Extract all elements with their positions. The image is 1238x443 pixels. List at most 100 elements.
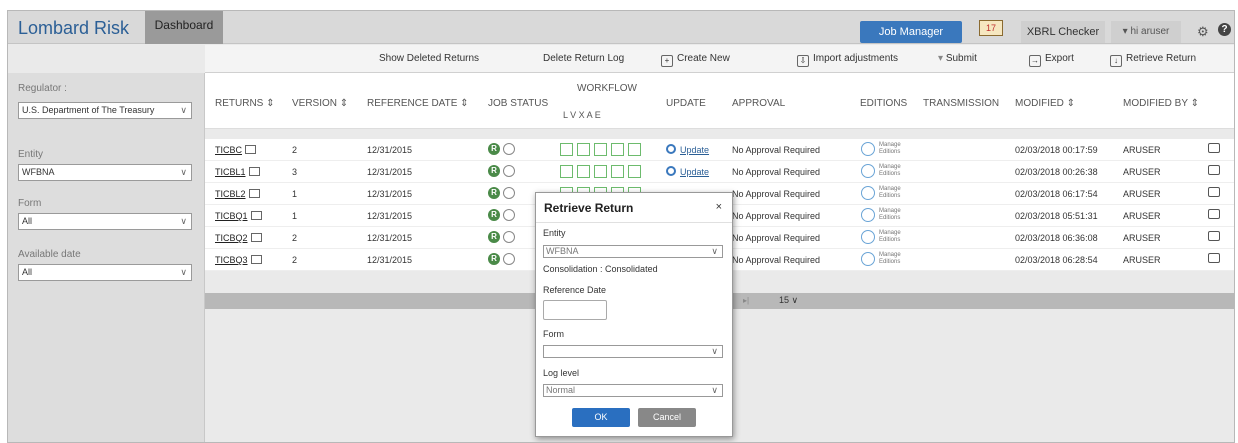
ok-button[interactable]: OK xyxy=(572,408,630,427)
grid-header: RETURNS ⇕ VERSION ⇕ REFERENCE DATE ⇕ JOB… xyxy=(205,73,1234,129)
log-level-select[interactable]: Normal ∨ xyxy=(543,384,723,397)
workflow-step-box xyxy=(560,143,573,156)
chevron-down-icon: ∨ xyxy=(180,105,187,115)
manage-editions-link[interactable]: Manage Editions xyxy=(879,142,901,156)
reference-date-input[interactable] xyxy=(543,300,607,320)
gear-icon[interactable]: ⚙ xyxy=(1197,24,1209,40)
return-link[interactable]: TICBQ1 xyxy=(215,211,262,221)
user-menu[interactable]: ▾ hi aruser xyxy=(1111,21,1181,43)
copy-icon[interactable] xyxy=(248,167,260,176)
xbrl-checker-button[interactable]: XBRL Checker xyxy=(1021,21,1105,43)
clock-icon[interactable] xyxy=(861,142,875,156)
col-version[interactable]: VERSION ⇕ xyxy=(292,98,348,109)
page-size-select[interactable]: 15 ∨ xyxy=(779,295,798,306)
comment-icon[interactable] xyxy=(1208,231,1220,241)
table-row: TICBC 2 12/31/2015 R Update No Approval Requi… xyxy=(205,139,1234,161)
app-window: Lombard Risk Dashboard Job Manager 17 XB… xyxy=(7,10,1235,443)
status-badge: R xyxy=(488,231,500,243)
comment-icon[interactable] xyxy=(1208,187,1220,197)
reference-date-cell: 12/31/2015 xyxy=(367,211,413,221)
last-page-icon[interactable]: ▸| xyxy=(743,296,749,305)
comment-icon[interactable] xyxy=(1208,143,1220,153)
col-returns[interactable]: RETURNS ⇕ xyxy=(215,98,275,109)
import-icon: ⇩ xyxy=(797,55,809,67)
reference-date-label: Reference Date xyxy=(543,285,607,295)
return-link[interactable]: TICBC xyxy=(215,145,256,155)
col-job-status: JOB STATUS xyxy=(488,98,549,109)
job-manager-button[interactable]: Job Manager xyxy=(860,21,962,43)
form-select[interactable]: All ∨ xyxy=(18,213,192,230)
workflow-step-box xyxy=(611,143,624,156)
modified-by-cell: ARUSER xyxy=(1123,211,1161,221)
approval-cell: No Approval Required xyxy=(732,167,821,177)
retrieve-return-button[interactable]: ↓ Retrieve Return xyxy=(1110,53,1196,67)
submit-button[interactable]: ▾ Submit xyxy=(938,53,977,64)
comment-icon[interactable] xyxy=(1208,209,1220,219)
status-badge: R xyxy=(488,143,500,155)
consolidation-text: Consolidation : Consolidated xyxy=(543,264,658,274)
comment-icon[interactable] xyxy=(1208,165,1220,175)
modified-cell: 02/03/2018 06:36:08 xyxy=(1015,233,1098,243)
version-cell: 1 xyxy=(292,189,298,199)
modified-by-cell: ARUSER xyxy=(1123,167,1161,177)
return-link[interactable]: TICBQ2 xyxy=(215,233,262,243)
comment-icon[interactable] xyxy=(1208,253,1220,263)
export-button[interactable]: → Export xyxy=(1029,53,1074,67)
regulator-select[interactable]: U.S. Department of The Treasury ∨ xyxy=(18,102,192,119)
form-label: Form xyxy=(18,198,42,209)
show-deleted-returns-button[interactable]: Show Deleted Returns xyxy=(379,53,479,64)
retrieve-icon: ↓ xyxy=(1110,55,1122,67)
clock-icon[interactable] xyxy=(861,252,875,266)
copy-icon[interactable] xyxy=(248,189,260,198)
delete-return-log-button[interactable]: Delete Return Log xyxy=(543,53,624,64)
col-approval: APPROVAL xyxy=(732,98,786,109)
status-circle-icon xyxy=(503,231,515,243)
dialog-divider xyxy=(536,222,732,223)
entity-select[interactable]: WFBNA ∨ xyxy=(543,245,723,258)
close-icon[interactable]: × xyxy=(716,201,722,213)
modified-cell: 02/03/2018 05:51:31 xyxy=(1015,211,1098,221)
manage-editions-link[interactable]: Manage Editions xyxy=(879,252,901,266)
chevron-down-icon: ∨ xyxy=(789,295,799,305)
clock-icon[interactable] xyxy=(861,208,875,222)
help-icon[interactable]: ? xyxy=(1218,23,1231,36)
copy-icon[interactable] xyxy=(250,233,262,242)
entity-label: Entity xyxy=(543,228,566,238)
col-modified-by[interactable]: MODIFIED BY ⇕ xyxy=(1123,98,1199,109)
return-link[interactable]: TICBL1 xyxy=(215,167,260,177)
manage-editions-link[interactable]: Manage Editions xyxy=(879,164,901,178)
clock-icon[interactable] xyxy=(861,164,875,178)
version-cell: 2 xyxy=(292,255,298,265)
calendar-icon[interactable]: 17 xyxy=(979,20,1003,36)
dashboard-tab[interactable]: Dashboard xyxy=(145,11,223,44)
workflow-step-box xyxy=(560,165,573,178)
manage-editions-link[interactable]: Manage Editions xyxy=(879,186,901,200)
chevron-down-icon: ∨ xyxy=(711,385,718,395)
manage-editions-link[interactable]: Manage Editions xyxy=(879,208,901,222)
clock-icon[interactable] xyxy=(861,230,875,244)
manage-editions-link[interactable]: Manage Editions xyxy=(879,230,901,244)
version-cell: 3 xyxy=(292,167,298,177)
copy-icon[interactable] xyxy=(245,145,256,154)
import-adjustments-button[interactable]: ⇩ Import adjustments xyxy=(797,53,898,67)
reference-date-cell: 12/31/2015 xyxy=(367,189,413,199)
status-badge: R xyxy=(488,165,500,177)
available-date-select[interactable]: All ∨ xyxy=(18,264,192,281)
clock-icon[interactable] xyxy=(861,186,875,200)
update-link[interactable]: Update xyxy=(666,144,709,155)
col-reference-date[interactable]: REFERENCE DATE ⇕ xyxy=(367,98,469,109)
return-link[interactable]: TICBQ3 xyxy=(215,255,262,265)
entity-select[interactable]: WFBNA ∨ xyxy=(18,164,192,181)
col-modified[interactable]: MODIFIED ⇕ xyxy=(1015,98,1075,109)
copy-icon[interactable] xyxy=(250,211,262,220)
update-link[interactable]: Update xyxy=(666,166,709,177)
approval-cell: No Approval Required xyxy=(732,255,821,265)
form-select[interactable]: ∨ xyxy=(543,345,723,358)
status-badge: R xyxy=(488,187,500,199)
col-workflow-stages: L V X A E xyxy=(563,110,601,120)
create-new-button[interactable]: + Create New xyxy=(661,53,730,67)
return-link[interactable]: TICBL2 xyxy=(215,189,260,199)
cancel-button[interactable]: Cancel xyxy=(638,408,696,427)
modified-cell: 02/03/2018 06:28:54 xyxy=(1015,255,1098,265)
copy-icon[interactable] xyxy=(250,255,262,264)
